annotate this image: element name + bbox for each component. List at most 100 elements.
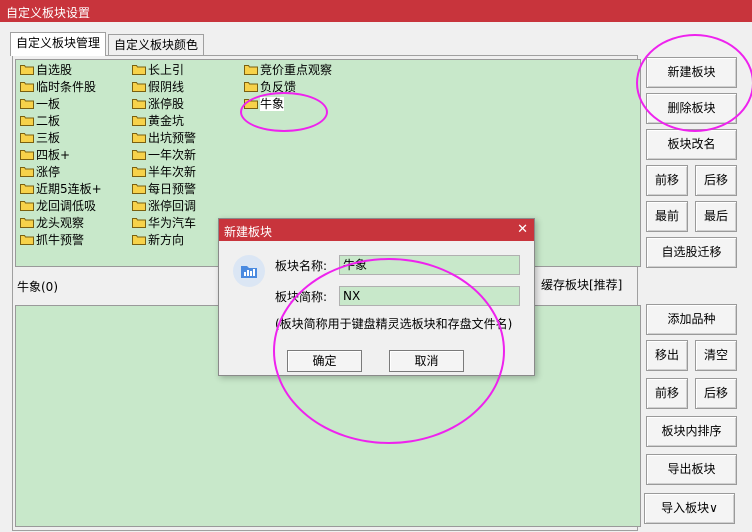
stock-move-forward-button[interactable]: 前移 [646, 378, 688, 409]
block-item[interactable]: 三板 [20, 130, 60, 146]
folder-icon [20, 166, 34, 177]
block-item-label: 二板 [36, 114, 61, 128]
move-forward-button[interactable]: 前移 [646, 165, 688, 196]
block-item-label: 竞价重点观察 [260, 63, 333, 77]
block-item-label: 每日预警 [148, 182, 197, 196]
block-item-label: 临时条件股 [36, 80, 97, 94]
block-name-field[interactable]: 牛象 [339, 255, 520, 275]
block-item-label: 黄金坑 [148, 114, 185, 128]
folder-icon [20, 183, 34, 194]
folder-icon [132, 183, 146, 194]
block-item-label: 长上引 [148, 63, 185, 77]
block-item[interactable]: 长上引 [132, 62, 184, 78]
window-title: 自定义板块设置 [6, 6, 91, 20]
folder-icon [132, 64, 146, 75]
block-item[interactable]: 涨停 [20, 164, 60, 180]
block-item[interactable]: 二板 [20, 113, 60, 129]
block-item[interactable]: 出坑预警 [132, 130, 196, 146]
block-item-label: 涨停 [36, 165, 61, 179]
close-icon[interactable]: ✕ [517, 222, 528, 237]
folder-icon [20, 98, 34, 109]
new-block-button[interactable]: 新建板块 [646, 57, 737, 88]
folder-icon [132, 98, 146, 109]
cache-block-label: 缓存板块[推荐] [541, 278, 623, 292]
block-item[interactable]: 四板+ [20, 147, 70, 163]
import-block-button[interactable]: 导入板块∨ [644, 493, 735, 524]
folder-icon [132, 166, 146, 177]
block-item[interactable]: 华为汽车 [132, 215, 196, 231]
folder-icon [20, 64, 34, 75]
block-item[interactable]: 自选股 [20, 62, 72, 78]
block-short-name-label: 板块简称: [275, 290, 328, 304]
block-item-label: 新方向 [148, 233, 185, 247]
export-block-button[interactable]: 导出板块 [646, 454, 737, 485]
migrate-watchlist-button[interactable]: 自选股迁移 [646, 237, 737, 268]
block-item[interactable]: 新方向 [132, 232, 184, 248]
block-item-label: 出坑预警 [148, 131, 197, 145]
block-item[interactable]: 临时条件股 [20, 79, 96, 95]
block-item-label: 一年次新 [148, 148, 197, 162]
tab-block-color[interactable]: 自定义板块颜色 [108, 34, 205, 56]
dialog-title: 新建板块 [224, 225, 273, 239]
folder-icon [20, 200, 34, 211]
block-short-name-field[interactable]: NX [339, 286, 520, 306]
block-item-label: 假阴线 [148, 80, 185, 94]
short-name-hint: (板块简称用于键盘精灵选板块和存盘文件名) [275, 317, 513, 331]
block-item[interactable]: 牛象 [244, 96, 285, 112]
folder-icon [132, 200, 146, 211]
block-item-label: 近期5连板+ [36, 182, 102, 196]
folder-icon [20, 115, 34, 126]
block-item[interactable]: 涨停股 [132, 96, 184, 112]
block-item[interactable]: 龙回调低吸 [20, 198, 96, 214]
remove-stock-button[interactable]: 移出 [646, 340, 688, 371]
move-first-button[interactable]: 最前 [646, 201, 688, 232]
folder-icon [20, 149, 34, 160]
block-item-label: 三板 [36, 131, 61, 145]
block-item[interactable]: 负反馈 [244, 79, 296, 95]
block-item-label: 牛象 [260, 97, 285, 111]
delete-block-button[interactable]: 删除板块 [646, 93, 737, 124]
folder-icon [132, 149, 146, 160]
cancel-button[interactable]: 取消 [389, 350, 464, 372]
move-last-button[interactable]: 最后 [695, 201, 737, 232]
block-name-label: 板块名称: [275, 259, 328, 273]
tab-label: 自定义板块颜色 [114, 38, 199, 52]
block-item[interactable]: 黄金坑 [132, 113, 184, 129]
block-item-label: 涨停股 [148, 97, 185, 111]
folder-icon [244, 98, 258, 109]
block-item[interactable]: 一年次新 [132, 147, 196, 163]
ok-button[interactable]: 确定 [287, 350, 362, 372]
block-item[interactable]: 抓牛预警 [20, 232, 84, 248]
sort-in-block-button[interactable]: 板块内排序 [646, 416, 737, 447]
block-item[interactable]: 每日预警 [132, 181, 196, 197]
block-item-label: 龙回调低吸 [36, 199, 97, 213]
stock-move-backward-button[interactable]: 后移 [695, 378, 737, 409]
block-item[interactable]: 近期5连板+ [20, 181, 102, 197]
block-item[interactable]: 半年次新 [132, 164, 196, 180]
clear-button[interactable]: 清空 [695, 340, 737, 371]
block-item-label: 华为汽车 [148, 216, 197, 230]
tab-block-management[interactable]: 自定义板块管理 [10, 32, 107, 56]
rename-block-button[interactable]: 板块改名 [646, 129, 737, 160]
block-item-label: 涨停回调 [148, 199, 197, 213]
block-item[interactable]: 假阴线 [132, 79, 184, 95]
folder-icon [132, 217, 146, 228]
block-item[interactable]: 一板 [20, 96, 60, 112]
folder-chart-icon [233, 255, 265, 287]
block-item-label: 抓牛预警 [36, 233, 85, 247]
tab-label: 自定义板块管理 [16, 36, 101, 50]
block-item-label: 一板 [36, 97, 61, 111]
folder-icon [132, 81, 146, 92]
block-item[interactable]: 竞价重点观察 [244, 62, 332, 78]
folder-icon [132, 132, 146, 143]
folder-icon [244, 64, 258, 75]
block-item-label: 四板+ [36, 148, 71, 162]
folder-icon [20, 132, 34, 143]
move-backward-button[interactable]: 后移 [695, 165, 737, 196]
folder-icon [132, 234, 146, 245]
add-stock-button[interactable]: 添加品种 [646, 304, 737, 335]
current-block-label: 牛象(0) [17, 280, 58, 294]
block-item[interactable]: 龙头观察 [20, 215, 84, 231]
block-item[interactable]: 涨停回调 [132, 198, 196, 214]
titlebar: 自定义板块设置 [0, 0, 752, 22]
